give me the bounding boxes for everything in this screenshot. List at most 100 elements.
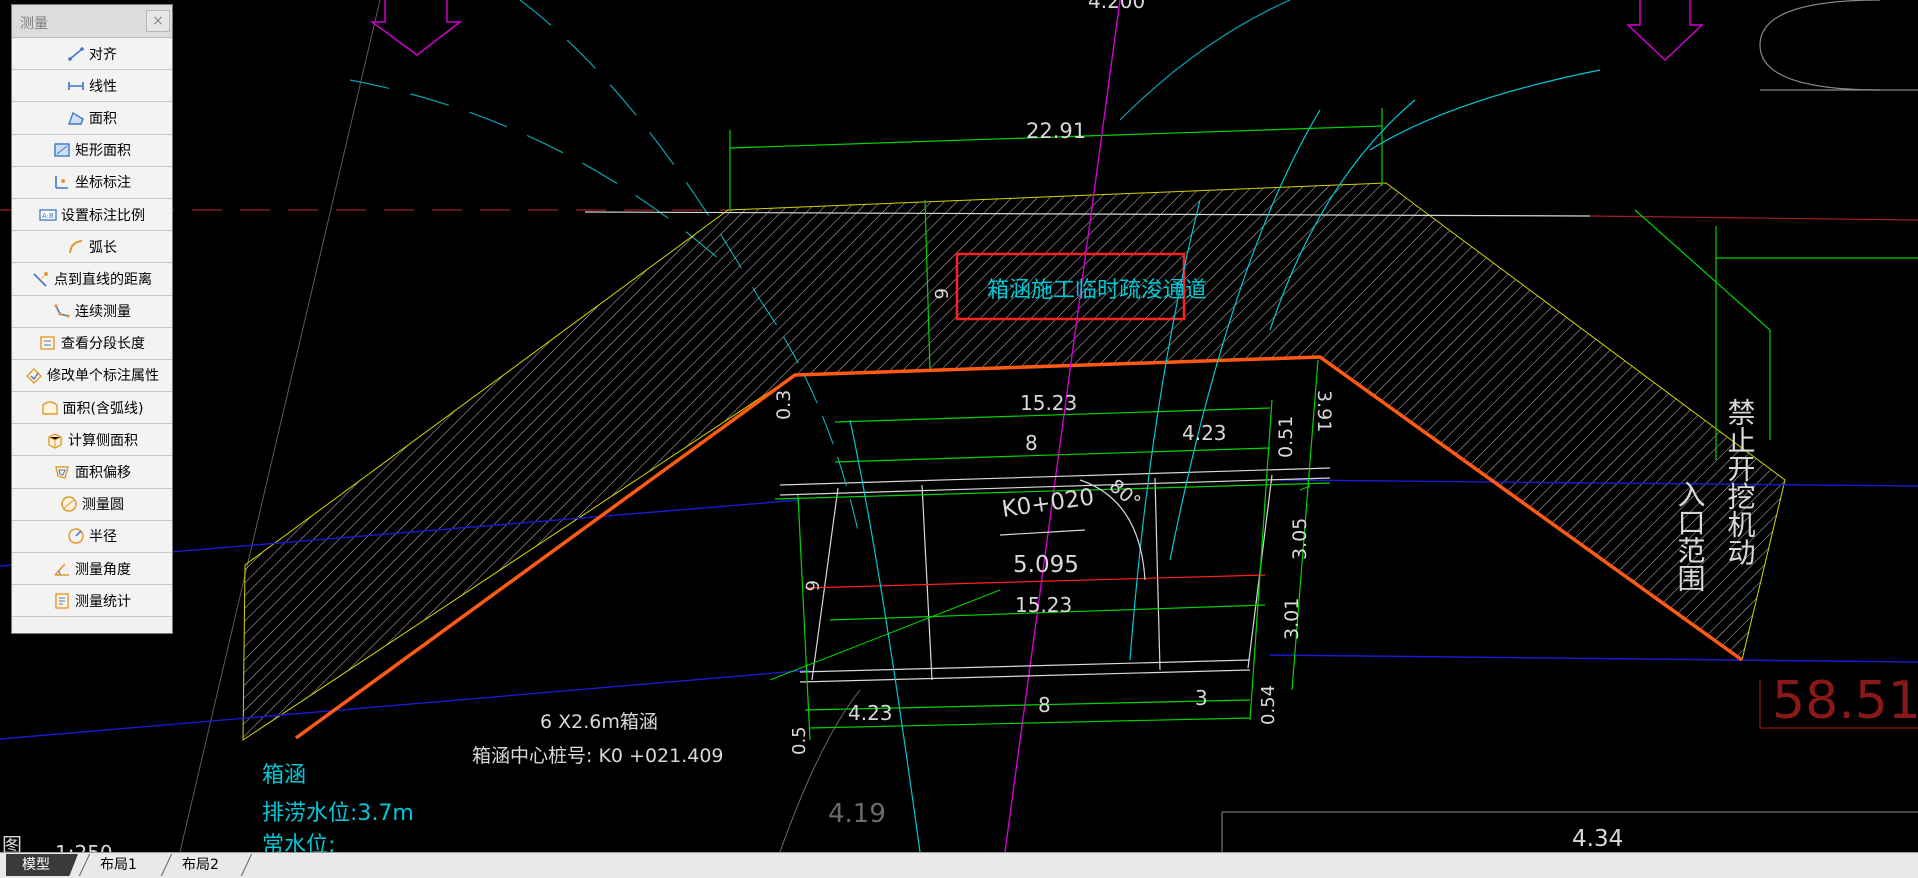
circle-measure-icon xyxy=(60,495,78,513)
measure-tool-statistics[interactable]: 测量统计 xyxy=(12,585,172,618)
cyan-curve xyxy=(1119,0,1291,121)
cyan-curve xyxy=(849,419,921,852)
measure-tool-align-measure[interactable]: 对齐 xyxy=(12,38,172,71)
measure-tool-label: 查看分段长度 xyxy=(61,336,145,353)
panel-titlebar[interactable]: 测量 × xyxy=(12,5,172,38)
edit-annotation-icon xyxy=(25,366,43,385)
culvert-label: 箱涵 xyxy=(262,763,306,788)
vertical-note-2: 入口范围 xyxy=(1674,480,1707,592)
dim-text-4-23: 4.23 xyxy=(1182,421,1227,445)
dim-text-3-91: 3.91 xyxy=(1313,390,1335,432)
measure-tool-rect-area[interactable]: 矩形面积 xyxy=(12,134,172,167)
side-area-icon xyxy=(46,431,64,449)
gray-rounded-outline xyxy=(1759,0,1881,91)
measure-tool-arc-area[interactable]: 面积(含弧线) xyxy=(12,392,172,425)
measure-tool-label: 面积(含弧线) xyxy=(62,400,144,417)
station-value-text: 5.095 xyxy=(1013,552,1079,578)
area-icon xyxy=(67,109,85,127)
measure-tool-scale[interactable]: A:B 设置标注比例 xyxy=(12,198,172,232)
dim-text-15-23-mid: 15.23 xyxy=(1015,593,1072,617)
measure-tool-label: 线性 xyxy=(89,78,117,95)
measure-tool-point-line-distance[interactable]: 点到直线的距离 xyxy=(12,263,172,296)
vertical-note-1: 禁止开挖机动 xyxy=(1724,398,1757,566)
measure-tool-label: 面积偏移 xyxy=(75,465,131,482)
measure-tool-circle-measure[interactable]: 测量圆 xyxy=(12,488,172,521)
panel-title: 测量 xyxy=(20,16,48,32)
measure-tool-radius[interactable]: 半径 xyxy=(12,520,172,553)
gray-guide-line xyxy=(179,0,381,852)
measure-tool-label: 测量统计 xyxy=(75,593,131,610)
red-line xyxy=(1589,215,1918,221)
dim-text-top: 22.91 xyxy=(1026,119,1086,143)
elevation-4-34: 4.34 xyxy=(1572,826,1623,852)
measure-tool-segment-length[interactable]: 查看分段长度 xyxy=(12,327,172,360)
measure-tool-angle[interactable]: 测量角度 xyxy=(12,553,172,586)
measure-tool-continuous-measure[interactable]: 连续测量 xyxy=(12,295,172,328)
normal-level-text: 常水位: xyxy=(262,833,335,852)
station-text: K0+020 xyxy=(1000,484,1096,523)
align-measure-icon xyxy=(67,45,85,63)
dim-text-4-23-bottom: 4.23 xyxy=(848,701,893,725)
area-offset-icon xyxy=(53,463,71,481)
measure-tool-arc-length[interactable]: 弧长 xyxy=(12,231,172,264)
culvert-wall xyxy=(1154,477,1161,671)
measure-tool-linear-measure[interactable]: 线性 xyxy=(12,70,172,103)
measure-tool-side-area[interactable]: 计算侧面积 xyxy=(12,424,172,457)
segment-length-icon xyxy=(39,334,57,352)
dim-text-8-bottom: 8 xyxy=(1038,693,1051,717)
tab-layout2[interactable]: 布局2 xyxy=(166,854,248,876)
cad-drawing-canvas[interactable]: 22.91 6 箱涵施工临时疏浚通道 15.23 8 4.23 3.91 0.5… xyxy=(0,0,1918,852)
point-line-distance-icon xyxy=(32,270,50,288)
dim-text-slope: 6 xyxy=(930,288,951,299)
measure-tool-label: 矩形面积 xyxy=(75,143,131,160)
dim-text-0-51: 0.51 xyxy=(1275,416,1297,458)
dim-text-3-bottom: 3 xyxy=(1195,686,1208,710)
measure-tool-label: 面积 xyxy=(89,110,117,127)
statistics-icon xyxy=(53,592,71,610)
cyan-dashed-curve xyxy=(349,79,721,261)
blue-line xyxy=(1269,654,1918,663)
arc-length-icon xyxy=(67,238,85,256)
elevation-4-200: 4.200 xyxy=(1088,0,1145,13)
dim-ext xyxy=(797,494,811,741)
continuous-measure-icon xyxy=(53,302,71,320)
measure-tool-coordinate[interactable]: 坐标标注 xyxy=(12,166,172,199)
measure-tool-area[interactable]: 面积 xyxy=(12,102,172,135)
tab-layout1[interactable]: 布局1 xyxy=(84,854,166,876)
measure-panel[interactable]: 测量 × 对齐线性面积矩形面积坐标标注 A:B 设置标注比例 弧长点到直线的距离连续测… xyxy=(11,4,173,634)
callout-text: 箱涵施工临时疏浚通道 xyxy=(987,278,1207,303)
measure-tool-list: 对齐线性面积矩形面积坐标标注 A:B 设置标注比例 弧长点到直线的距离连续测量查看分段… xyxy=(12,38,172,618)
measure-tool-area-offset[interactable]: 面积偏移 xyxy=(12,456,172,489)
left-bottom-scale: 1:250 xyxy=(55,841,113,852)
rect-area-icon xyxy=(53,141,71,159)
flow-arrow-icon xyxy=(369,0,463,56)
dim-text-8: 8 xyxy=(1025,431,1038,455)
elevation-4-19: 4.19 xyxy=(828,799,886,829)
culvert-center-text: 箱涵中心桩号: K0 +021.409 xyxy=(472,745,724,767)
left-bottom-mark: 图 xyxy=(2,833,22,852)
measure-tool-label: 测量角度 xyxy=(75,561,131,578)
hatched-channel-area xyxy=(242,182,1786,741)
radius-icon xyxy=(67,527,85,545)
measure-tool-label: 计算侧面积 xyxy=(68,432,138,449)
dim-text-6: 6 xyxy=(801,580,822,591)
dim-line xyxy=(834,447,1271,463)
measure-tool-label: 修改单个标注属性 xyxy=(47,368,159,385)
tab-model[interactable]: 模型 xyxy=(6,854,78,876)
culvert-wall xyxy=(921,484,933,681)
measure-tool-edit-annotation[interactable]: 修改单个标注属性 xyxy=(12,359,172,393)
measure-tool-label: 设置标注比例 xyxy=(61,207,145,224)
dim-text-0-5: 0.5 xyxy=(789,726,810,755)
dim-text-15-23: 15.23 xyxy=(1020,391,1077,415)
dim-text-3-05: 3.05 xyxy=(1289,518,1311,560)
measure-tool-label: 点到直线的距离 xyxy=(54,271,152,288)
layout-tab-bar: 模型 布局1 布局2 xyxy=(0,852,1918,878)
blue-line xyxy=(0,669,811,740)
drain-level-text: 排涝水位:3.7m xyxy=(262,801,414,826)
station-underline xyxy=(999,529,1086,536)
close-button[interactable]: × xyxy=(146,10,170,32)
dim-text-0-3: 0.3 xyxy=(773,390,795,420)
measure-tool-label: 坐标标注 xyxy=(75,175,131,192)
flow-arrow-icon xyxy=(1626,0,1704,62)
dim-text-3-01: 3.01 xyxy=(1281,598,1303,640)
